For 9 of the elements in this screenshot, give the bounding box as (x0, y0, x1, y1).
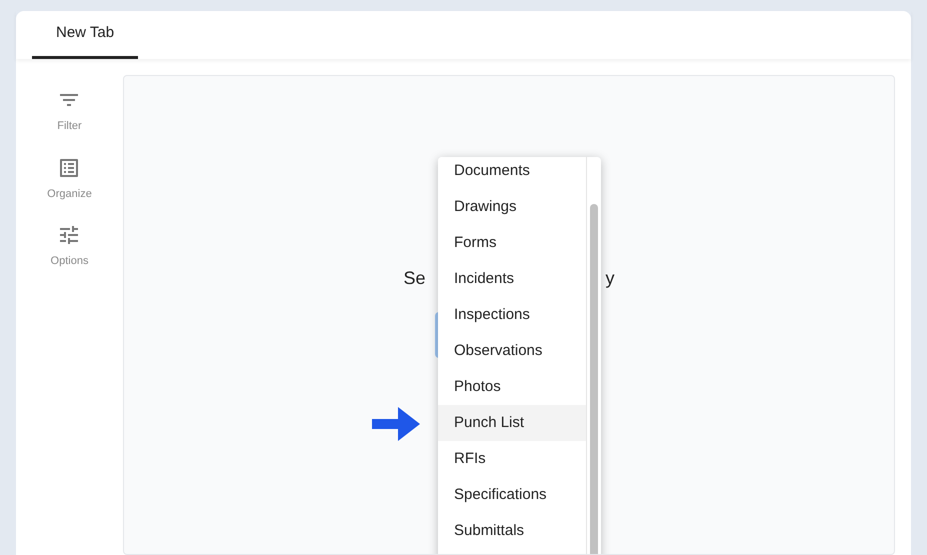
sidebar-item[interactable]: Organize (47, 156, 92, 202)
tab[interactable]: New Tab (32, 11, 138, 59)
heading-text: y (606, 267, 615, 290)
arrow-icon (372, 407, 420, 441)
sidebar-item[interactable]: Filter (57, 88, 82, 134)
menu-item[interactable]: Documents (438, 157, 586, 189)
menu-item[interactable]: Punch List (438, 405, 586, 441)
heading-text: Se (403, 267, 426, 290)
sidebar-item[interactable]: Options (50, 223, 88, 270)
